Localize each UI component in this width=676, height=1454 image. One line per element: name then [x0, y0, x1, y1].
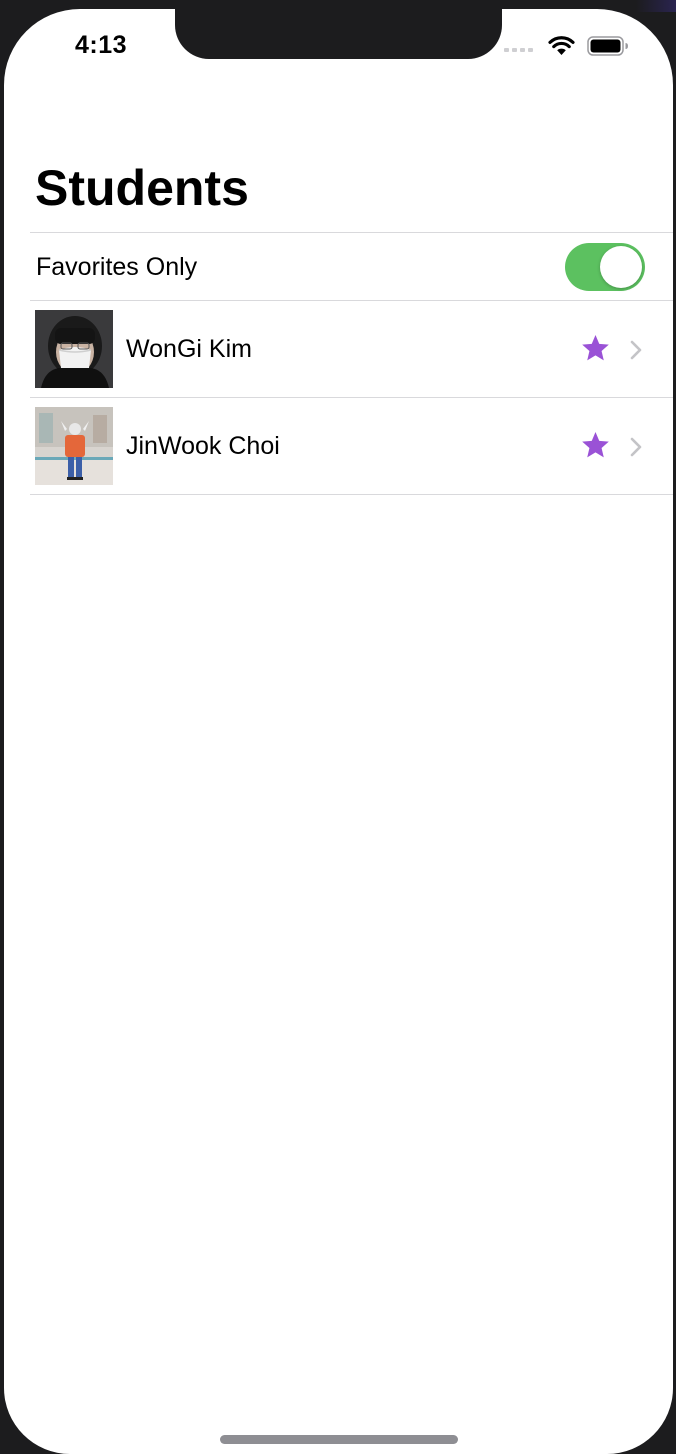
avatar: [35, 407, 113, 485]
student-name: WonGi Kim: [126, 335, 252, 363]
chevron-right-icon: [629, 436, 643, 458]
student-row-jinwook-choi[interactable]: JinWook Choi: [30, 397, 673, 494]
home-indicator[interactable]: [220, 1435, 458, 1444]
avatar: [35, 310, 113, 388]
cellular-signal-icon: [504, 39, 536, 57]
notch: [175, 9, 502, 59]
student-name: JinWook Choi: [126, 432, 280, 460]
device-corner: [636, 0, 676, 12]
status-time: 4:13: [75, 31, 128, 59]
toggle-knob: [600, 246, 642, 288]
page-title: Students: [35, 160, 249, 216]
favorite-star-icon: [580, 333, 611, 364]
wifi-icon: [548, 35, 575, 61]
favorites-filter-row: Favorites Only: [30, 232, 673, 300]
favorites-only-toggle[interactable]: [565, 243, 645, 291]
status-icons: [504, 35, 629, 61]
favorite-star-icon: [580, 430, 611, 461]
students-list: Favorites Only WonGi Kim JinWook Choi: [30, 232, 673, 495]
chevron-right-icon: [629, 339, 643, 361]
student-row-wongi-kim[interactable]: WonGi Kim: [30, 300, 673, 397]
list-bottom-separator: [30, 494, 673, 495]
battery-icon: [587, 35, 629, 61]
favorites-only-label: Favorites Only: [36, 253, 198, 281]
phone-screen: 4:13 Students Favorites Only WonGi Kim J…: [4, 9, 673, 1454]
